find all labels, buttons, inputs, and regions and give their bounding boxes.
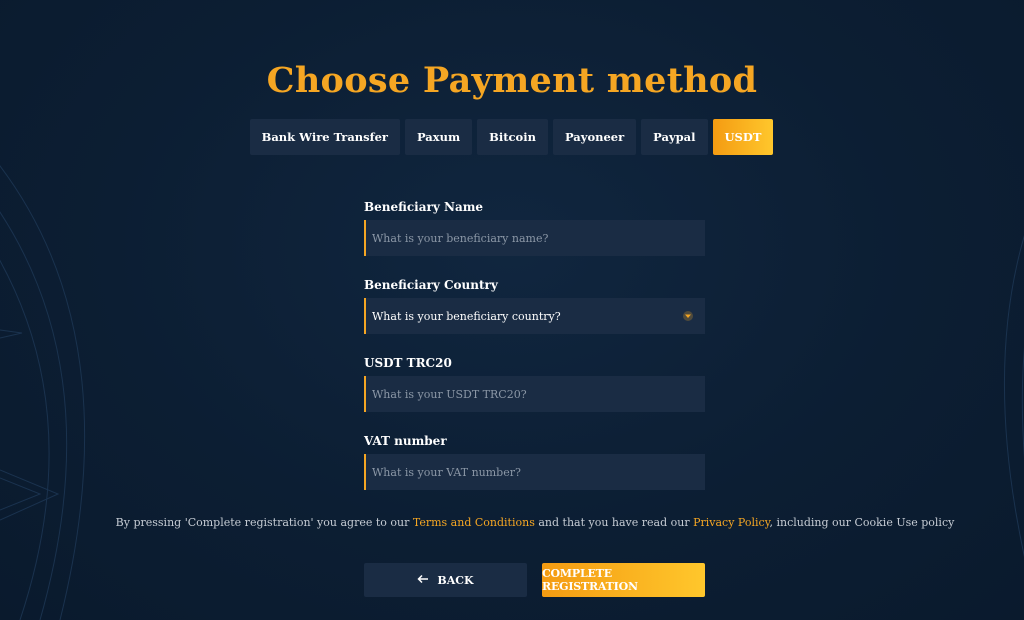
page: Choose Payment method Bank Wire Transfer… [0,0,1024,620]
vat-number-label: VAT number [364,434,447,448]
complete-registration-button[interactable]: COMPLETE REGISTRATION [542,563,705,597]
tab-paxum[interactable]: Paxum [404,119,473,155]
caret-down-icon [681,309,695,323]
beneficiary-country-selected: What is your beneficiary country? [372,309,561,323]
privacy-policy-link[interactable]: Privacy Policy [693,516,769,529]
back-button[interactable]: BACK [364,563,527,597]
tab-bank-wire-transfer[interactable]: Bank Wire Transfer [249,119,400,155]
consent-prefix: By pressing 'Complete registration' you … [115,516,413,529]
tab-usdt[interactable]: USDT [712,119,774,155]
beneficiary-name-label: Beneficiary Name [364,200,484,214]
beneficiary-name-field: Beneficiary Name What is your beneficiar… [364,196,705,256]
consent-suffix: , including our Cookie Use policy [769,516,955,529]
vat-number-input[interactable]: What is your VAT number? [364,454,705,490]
usdt-trc20-label: USDT TRC20 [364,356,452,370]
vat-number-field: VAT number What is your VAT number? [364,430,705,490]
consent-middle: and that you have read our [534,516,694,529]
page-title: Choose Payment method [266,60,758,101]
usdt-trc20-placeholder: What is your USDT TRC20? [372,387,527,401]
beneficiary-country-label: Beneficiary Country [364,278,498,292]
beneficiary-name-placeholder: What is your beneficiary name? [372,231,549,245]
beneficiary-name-input[interactable]: What is your beneficiary name? [364,220,705,256]
vat-number-placeholder: What is your VAT number? [372,465,521,479]
payment-form: Beneficiary Name What is your beneficiar… [364,196,705,490]
tab-payoneer[interactable]: Payoneer [552,119,637,155]
arrow-left-icon [417,574,429,587]
tab-paypal[interactable]: Paypal [641,119,708,155]
usdt-trc20-field: USDT TRC20 What is your USDT TRC20? [364,352,705,412]
usdt-trc20-input[interactable]: What is your USDT TRC20? [364,376,705,412]
payment-method-tabs: Bank Wire Transfer Paxum Bitcoin Payonee… [0,119,1024,155]
terms-and-conditions-link[interactable]: Terms and Conditions [413,516,535,529]
consent-text: By pressing 'Complete registration' you … [0,516,1024,529]
beneficiary-country-select[interactable]: What is your beneficiary country? [364,298,705,334]
tab-bitcoin[interactable]: Bitcoin [477,119,548,155]
beneficiary-country-field: Beneficiary Country What is your benefic… [364,274,705,334]
back-button-label: BACK [437,573,474,587]
